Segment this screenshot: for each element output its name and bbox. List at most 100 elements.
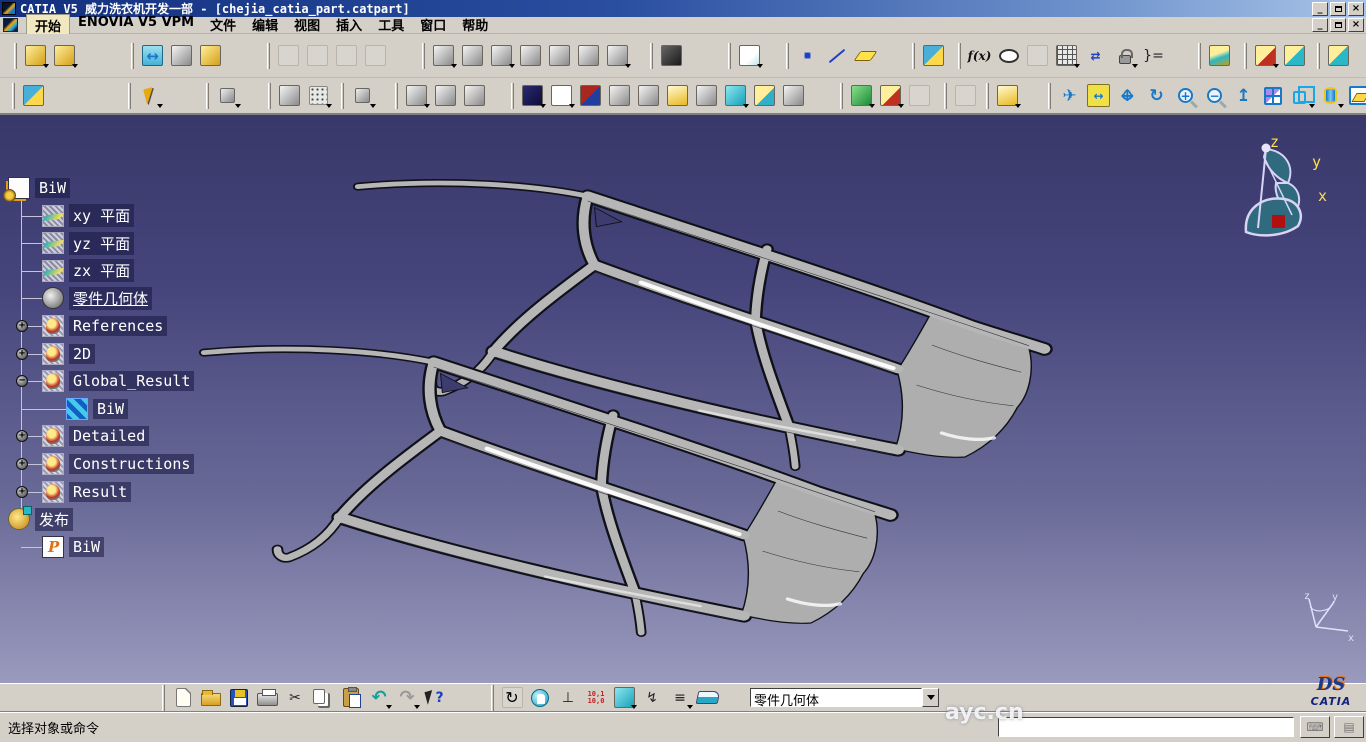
copy-icon[interactable] [310,686,336,710]
toolbar-grip[interactable] [1048,83,1051,109]
toolbar-grip[interactable] [1317,43,1320,69]
restore-button[interactable] [1330,2,1346,16]
tree-icon-plane[interactable] [42,260,64,282]
compass-base[interactable] [1272,215,1285,228]
tree-icon-geoset[interactable] [66,398,88,420]
whats-this-icon[interactable]: ? [422,686,448,710]
toolbar-grip[interactable] [986,83,989,109]
doc-restore-button[interactable] [1330,18,1346,32]
tree-label[interactable]: BiW [69,537,104,557]
gear-tool-icon[interactable] [658,42,685,69]
fly-mode-icon[interactable]: ✈ [1056,82,1083,109]
power-input-button-2[interactable]: ▤ [1334,716,1364,738]
pdm-save-icon[interactable] [275,42,302,69]
p2-mode-icon[interactable] [527,686,553,710]
design-table-icon[interactable] [1053,42,1080,69]
tree-label[interactable]: Result [69,482,131,502]
fit-all-icon[interactable] [1085,82,1112,109]
power-input-button-1[interactable]: ⌨ [1300,716,1330,738]
tree-label[interactable]: yz 平面 [69,232,134,255]
tree-label[interactable]: Global_Result [69,371,194,391]
tree-icon-plane[interactable] [42,205,64,227]
chamfer-icon[interactable] [693,82,720,109]
render-view-icon[interactable] [168,42,195,69]
symmetry-icon[interactable] [349,82,376,109]
toolbar-grip[interactable] [1244,43,1247,69]
list-icon[interactable]: ≡ [667,686,693,710]
list-icon-dropdown-arrow[interactable] [687,705,693,709]
pdm-open-icon[interactable] [304,42,331,69]
pan-icon[interactable]: ↔ [1114,82,1141,109]
pad-icon-dropdown-arrow[interactable] [451,64,457,68]
multi-view-icon[interactable] [1259,82,1286,109]
toolbar-grip[interactable] [128,83,131,109]
minimize-button[interactable]: _ [1312,2,1328,16]
iso-view-icon[interactable] [1288,82,1315,109]
iso-view-icon-dropdown-arrow[interactable] [1309,104,1315,108]
cut-icon[interactable]: ✂ [282,686,308,710]
grid-icon[interactable] [305,82,332,109]
knowledge-pattern-icon-dropdown-arrow[interactable] [1273,64,1279,68]
sphere-icon-dropdown-arrow[interactable] [424,104,430,108]
instantiate-icon-dropdown-arrow[interactable] [235,104,241,108]
close-button[interactable]: × [1348,2,1364,16]
tree-icon-body[interactable] [42,287,64,309]
box-icon-dropdown-arrow[interactable] [625,64,631,68]
tree-icon-openbody[interactable] [42,453,64,475]
exchange-data-icon[interactable] [20,82,47,109]
extract-icon-dropdown-arrow[interactable] [1015,104,1021,108]
tree-icon-pub[interactable] [8,508,30,530]
tree-label[interactable]: BiW [35,178,70,198]
tree-icon-ppage[interactable] [42,536,64,558]
tree-icon-openbody[interactable] [42,425,64,447]
tree-expander-plus[interactable]: + [16,486,28,498]
plane-icon[interactable] [852,42,879,69]
tree-label[interactable]: Constructions [69,454,194,474]
render-style-icon[interactable] [1317,82,1344,109]
catalog-icon[interactable] [920,42,947,69]
healing-icon-dropdown-arrow[interactable] [869,104,875,108]
toolbar-grip[interactable] [131,43,134,69]
mass-properties-icon[interactable] [197,42,224,69]
toolbar-grip[interactable] [395,83,398,109]
paint-icon[interactable] [461,82,488,109]
toolbar-grip[interactable] [511,83,514,109]
tree-expander-plus[interactable]: + [16,320,28,332]
knowledge-expert-icon[interactable] [1281,42,1308,69]
toolbar-grip[interactable] [650,43,653,69]
toolbar-grip[interactable] [728,43,731,69]
save-icon[interactable] [226,686,252,710]
instantiate-icon[interactable] [214,82,241,109]
sweep-icon[interactable] [751,82,778,109]
cylinder-icon[interactable] [606,82,633,109]
surfaces-icon[interactable] [695,686,721,710]
join-icon[interactable] [722,82,749,109]
pad-icon[interactable] [430,42,457,69]
toolbar-grip[interactable] [206,83,209,109]
loft-icon[interactable] [780,82,807,109]
sketch-icon-dropdown-arrow[interactable] [757,64,763,68]
circular-pattern-icon[interactable] [575,42,602,69]
shaft-icon-dropdown-arrow[interactable] [509,64,515,68]
toolbar-grip[interactable] [786,43,789,69]
select-icon-dropdown-arrow[interactable] [157,104,163,108]
toolbar-grip[interactable] [1198,43,1201,69]
new-from-icon[interactable] [22,42,49,69]
toolbar-grip[interactable] [958,43,961,69]
toolbar-grip[interactable] [12,83,15,109]
tree-label[interactable]: xy 平面 [69,204,134,227]
split-icon[interactable] [577,82,604,109]
tree-label[interactable]: 2D [69,344,95,364]
new-from-icon-dropdown-arrow[interactable] [43,64,49,68]
line-icon[interactable] [823,42,850,69]
compass[interactable]: z y x [1228,135,1328,247]
refresh-icon[interactable]: ↻ [499,686,525,710]
tree-expander-plus[interactable]: + [16,458,28,470]
interrupt-icon[interactable]: ↯ [639,686,665,710]
body-selector-value[interactable]: 零件几何体 [750,688,922,707]
shaft-icon[interactable] [488,42,515,69]
measure-icon[interactable]: ↔ [139,42,166,69]
open-icon[interactable] [198,686,224,710]
mirror-feature-icon[interactable] [546,42,573,69]
tree-expander-plus[interactable]: + [16,348,28,360]
